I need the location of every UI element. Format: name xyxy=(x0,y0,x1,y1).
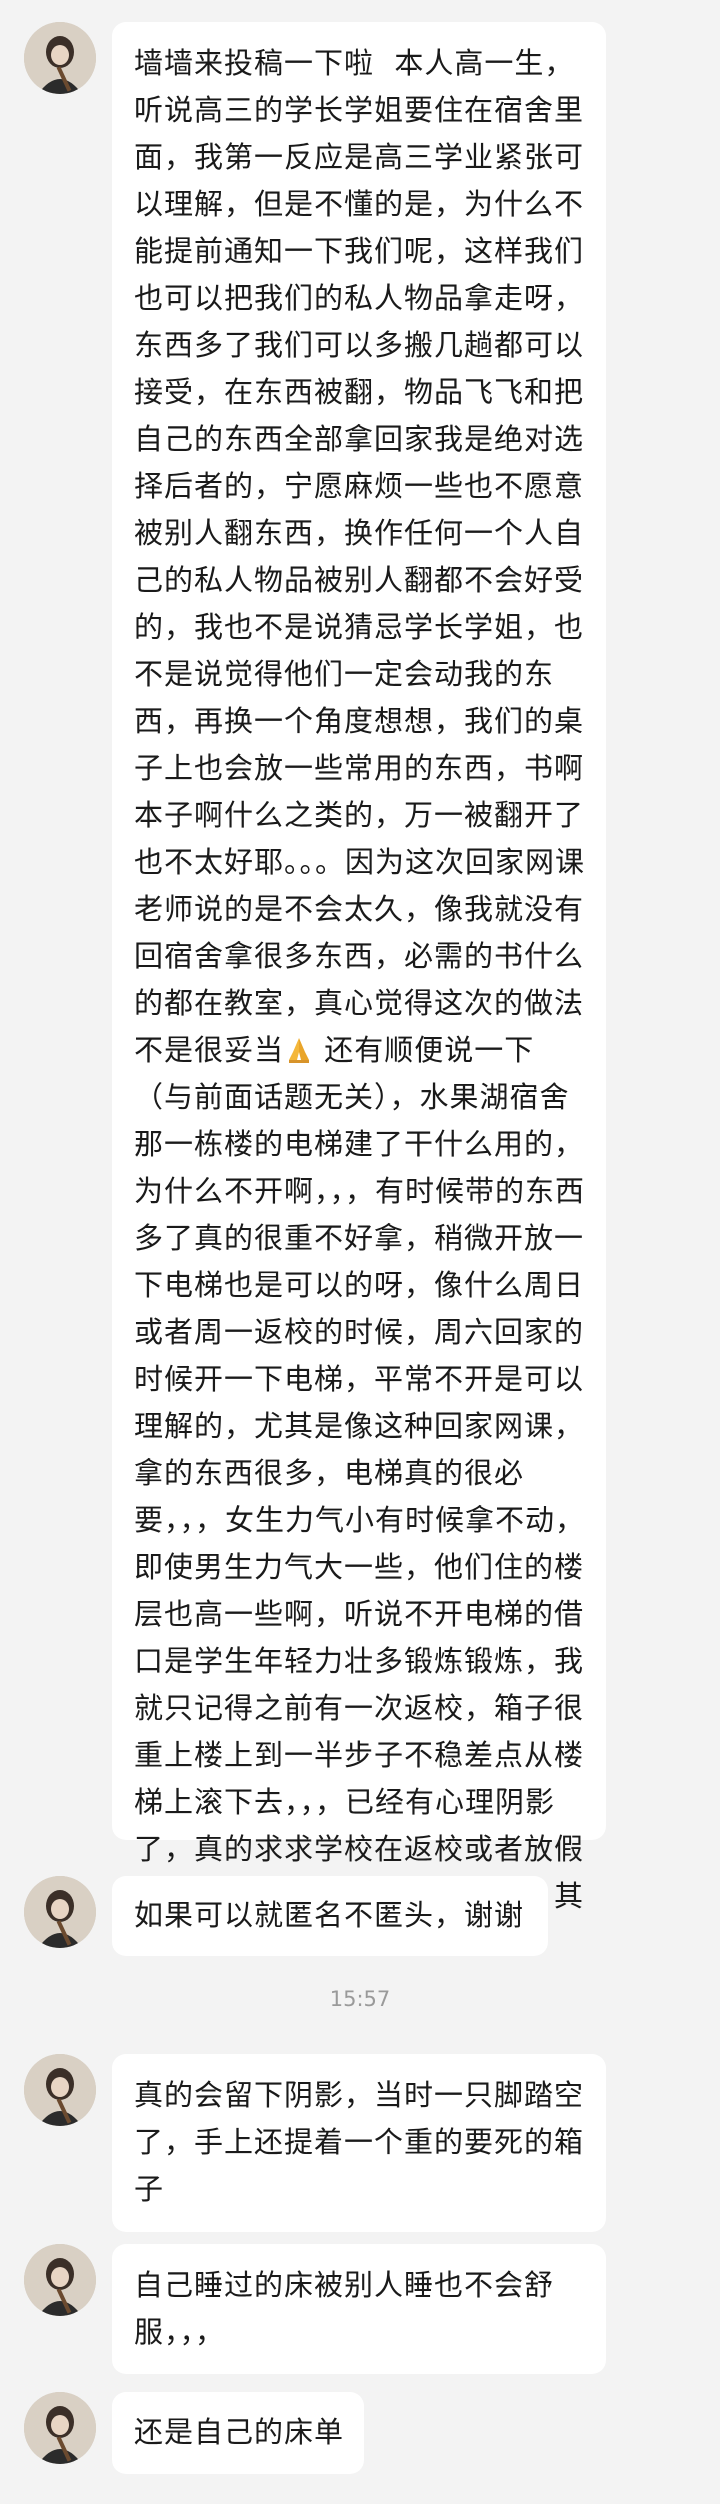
message-bubble[interactable]: 如果可以就匿名不匿头，谢谢 xyxy=(112,1876,548,1956)
folded-hands-icon xyxy=(284,1031,314,1063)
timestamp: 15:57 xyxy=(329,1987,391,2011)
message-text: 自己睡过的床被别人睡也不会舒服，，， xyxy=(134,2268,555,2349)
chat-view[interactable]: 墙墙来投稿一下啦 本人高一生，听说高三的学长学姐要住在宿舍里面，我第一反应是高三… xyxy=(0,0,720,2504)
avatar[interactable] xyxy=(24,2392,96,2464)
message-text: 墙墙来投稿一下啦 本人高一生，听说高三的学长学姐要住在宿舍里面，我第一反应是高三… xyxy=(134,46,586,1067)
message-bubble[interactable]: 真的会留下阴影，当时一只脚踏空了，手上还提着一个重的要死的箱子 xyxy=(112,2054,606,2232)
message-text: 如果可以就匿名不匿头，谢谢 xyxy=(134,1898,525,1932)
avatar[interactable] xyxy=(24,2054,96,2126)
message-bubble[interactable]: 墙墙来投稿一下啦 本人高一生，听说高三的学长学姐要住在宿舍里面，我第一反应是高三… xyxy=(112,22,606,1960)
avatar[interactable] xyxy=(24,1876,96,1948)
message-bubble[interactable]: 自己睡过的床被别人睡也不会舒服，，， xyxy=(112,2244,606,2374)
message-text: 真的会留下阴影，当时一只脚踏空了，手上还提着一个重的要死的箱子 xyxy=(134,2078,585,2206)
message-bubble[interactable]: 还是自己的床单 xyxy=(112,2392,364,2474)
message-text: 还有顺便说一下（与前面话题无关），水果湖宿舍那一栋楼的电梯建了干什么用的，为什么… xyxy=(134,1033,586,1960)
avatar[interactable] xyxy=(24,22,96,94)
message-text: 还是自己的床单 xyxy=(134,2415,345,2449)
avatar[interactable] xyxy=(24,2244,96,2316)
